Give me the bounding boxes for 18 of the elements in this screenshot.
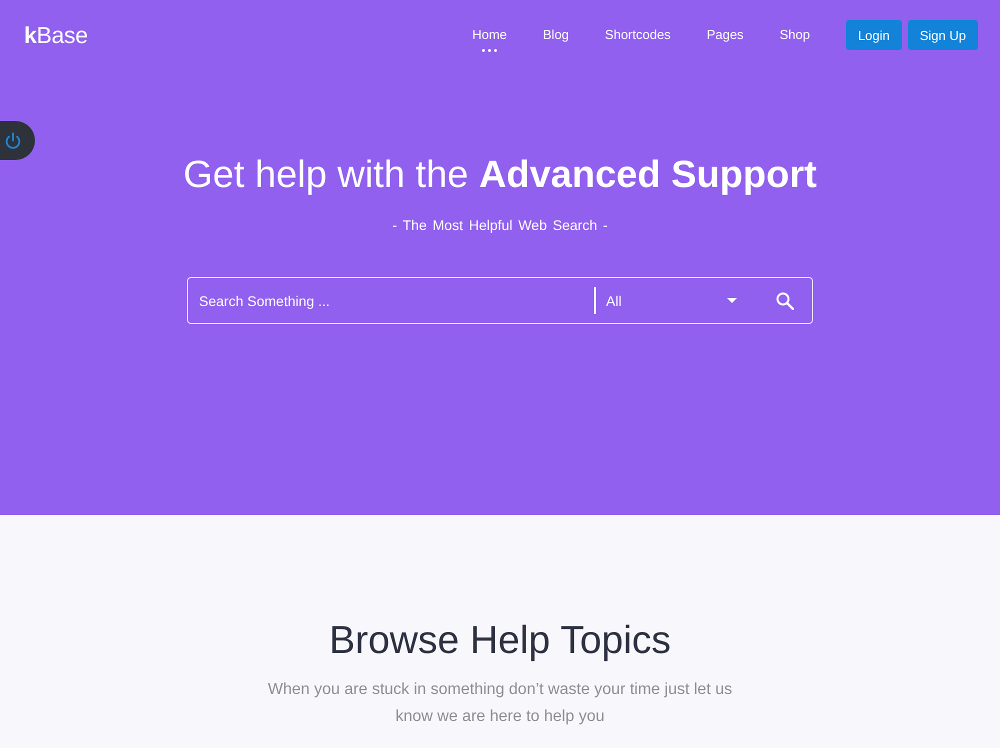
search-icon xyxy=(776,292,794,310)
section-description: When you are stuck in something don’t waste your time just let us know we are here to help you xyxy=(266,680,734,727)
power-icon xyxy=(4,132,22,150)
nav-link[interactable]: Pages xyxy=(688,18,762,52)
power-button[interactable] xyxy=(0,121,35,160)
search-field[interactable]: Search Something ... xyxy=(188,278,594,323)
header-button[interactable]: Login xyxy=(846,20,902,50)
nav-link[interactable]: Shop xyxy=(762,18,828,52)
category-select[interactable]: All xyxy=(596,278,744,323)
nav-link[interactable]: Shortcodes xyxy=(586,18,689,52)
caret-icon xyxy=(727,298,737,303)
header-button[interactable]: Sign Up xyxy=(908,20,978,50)
hero-heading: Get help with the Advanced Support xyxy=(182,153,818,198)
search-bar[interactable]: Search Something ... All xyxy=(187,277,813,324)
section-heading: Browse Help Topics xyxy=(328,618,672,664)
nav-link[interactable]: Blog xyxy=(524,18,587,52)
hero-subtitle: - The Most Helpful Web Search - xyxy=(391,216,609,234)
logo[interactable]: kBase xyxy=(24,22,88,48)
